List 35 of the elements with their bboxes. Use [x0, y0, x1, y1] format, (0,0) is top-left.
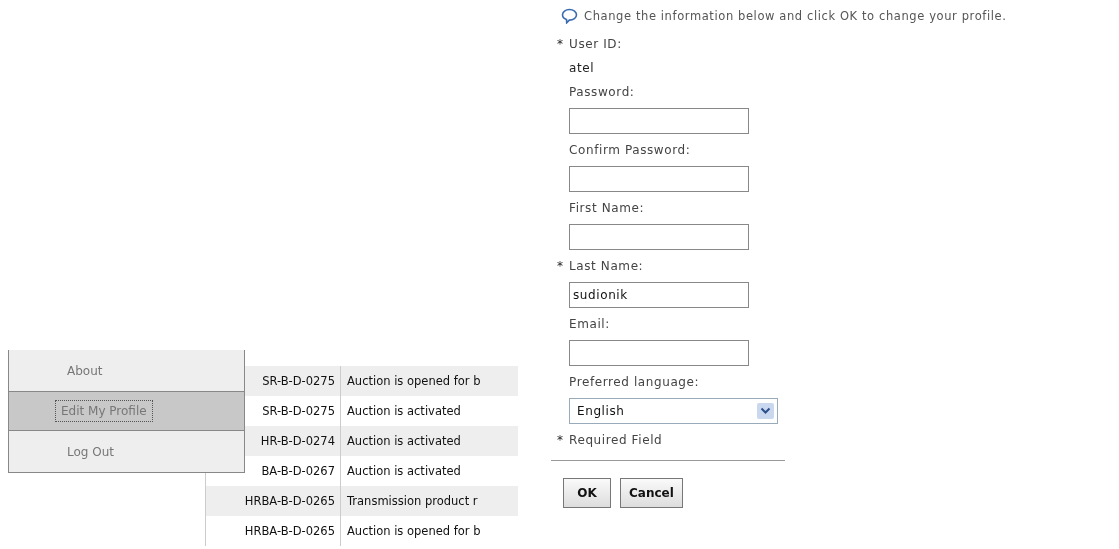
table-cell-text: Auction is opened for b: [346, 374, 481, 388]
table-cell-text: HRBA-B-D-0265: [243, 494, 336, 508]
field-label: User ID:: [569, 37, 622, 51]
input-field[interactable]: [569, 108, 749, 134]
table-cell-text: HRBA-B-D-0265: [243, 524, 336, 538]
field-label: Last Name:: [569, 259, 644, 273]
required-mark: *: [557, 433, 565, 447]
language-dropdown[interactable]: English: [569, 398, 778, 424]
table-cell-text: Auction is activated: [346, 464, 461, 478]
input-field[interactable]: sudionik: [569, 282, 749, 308]
input-field[interactable]: [569, 224, 749, 250]
table-cell-text: BA-B-D-0267: [260, 464, 336, 478]
input-field[interactable]: [569, 166, 749, 192]
required-mark: *: [557, 259, 565, 273]
cancel-button[interactable]: Cancel: [620, 478, 683, 508]
table-cell-text: Auction is activated: [346, 434, 461, 448]
field-label: Preferred language:: [569, 375, 700, 389]
required-note: Required Field: [569, 433, 663, 447]
table-cell-text: Auction is activated: [346, 404, 461, 418]
field-label: Password:: [569, 85, 635, 99]
table-cell-text: SR-B-D-0275: [261, 404, 336, 418]
chevron-down-icon: [757, 403, 774, 419]
table-cell-text: SR-B-D-0275: [261, 374, 336, 388]
required-mark: *: [557, 37, 565, 51]
table-cell-text: HR-B-D-0274: [259, 434, 336, 448]
field-label: First Name:: [569, 201, 645, 215]
speech-bubble-icon: [561, 8, 578, 24]
input-field[interactable]: [569, 340, 749, 366]
instruction-text: Change the information below and click OK to change your profile.: [584, 9, 1007, 23]
ok-button[interactable]: OK: [563, 478, 611, 508]
table-cell-text: Transmission product r: [346, 494, 478, 508]
field-label: Confirm Password:: [569, 143, 691, 157]
table-cell-text: Auction is opened for b: [346, 524, 481, 538]
field-label: Email:: [569, 317, 610, 331]
field-value: atel: [569, 61, 595, 75]
